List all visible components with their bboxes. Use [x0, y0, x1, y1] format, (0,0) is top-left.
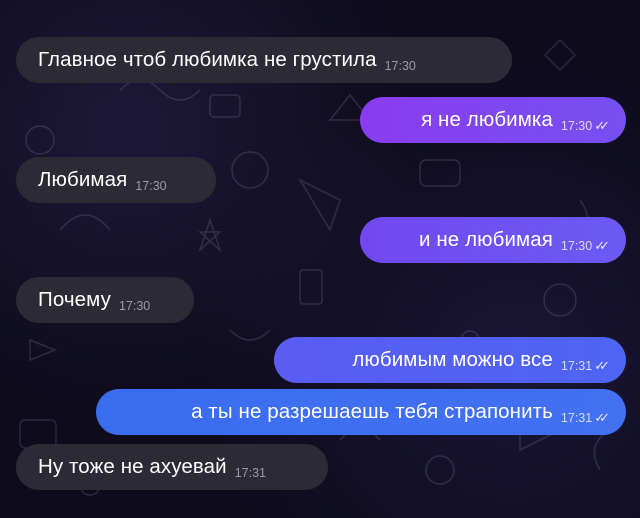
message-time-label: 17:30	[560, 119, 593, 133]
double-check-icon: ✓✓	[594, 358, 610, 373]
message-text: Почему	[38, 288, 111, 311]
message-incoming[interactable]: Любимая 17:30	[16, 157, 216, 203]
message-outgoing[interactable]: любимым можно все 17:31 ✓✓	[274, 337, 626, 383]
message-text: Ну тоже не ахуевай	[38, 455, 227, 478]
message-outgoing[interactable]: и не любимая 17:30 ✓✓	[360, 217, 626, 263]
message-text: Любимая	[38, 168, 128, 191]
message-time: 17:31 ✓✓	[561, 410, 610, 426]
message-time: 17:30 ✓✓	[561, 238, 610, 254]
message-time-label: 17:31	[234, 466, 266, 480]
message-incoming[interactable]: Главное чтоб любимка не грустила 17:30	[16, 37, 512, 83]
message-outgoing[interactable]: я не любимка 17:30 ✓✓	[360, 97, 626, 143]
double-check-icon: ✓✓	[594, 238, 610, 253]
chat-window: Главное чтоб любимка не грустила 17:30 я…	[0, 0, 640, 518]
message-time-label: 17:30	[135, 179, 167, 193]
message-text: я не любимка	[421, 108, 553, 131]
message-time: 17:30	[119, 299, 150, 313]
message-text: Главное чтоб любимка не грустила	[38, 48, 377, 71]
message-time-label: 17:31	[560, 359, 593, 373]
message-text: любимым можно все	[352, 348, 553, 371]
message-time-label: 17:30	[384, 59, 416, 73]
double-check-icon: ✓✓	[594, 118, 610, 133]
message-time: 17:30 ✓✓	[561, 118, 610, 134]
message-outgoing[interactable]: а ты не разрешаешь тебя страпонить 17:31…	[96, 389, 626, 435]
double-check-icon: ✓✓	[594, 410, 610, 425]
message-text: а ты не разрешаешь тебя страпонить	[191, 400, 553, 423]
message-time-label: 17:30	[560, 239, 593, 253]
message-incoming[interactable]: Ну тоже не ахуевай 17:31	[16, 444, 328, 490]
message-incoming[interactable]: Почему 17:30	[16, 277, 194, 323]
message-time: 17:31	[235, 466, 266, 480]
message-time: 17:30	[385, 59, 416, 73]
message-time-label: 17:31	[560, 411, 593, 425]
message-time: 17:31 ✓✓	[561, 358, 610, 374]
message-time: 17:30	[135, 179, 166, 193]
message-text: и не любимая	[419, 228, 553, 251]
message-time-label: 17:30	[118, 299, 151, 313]
